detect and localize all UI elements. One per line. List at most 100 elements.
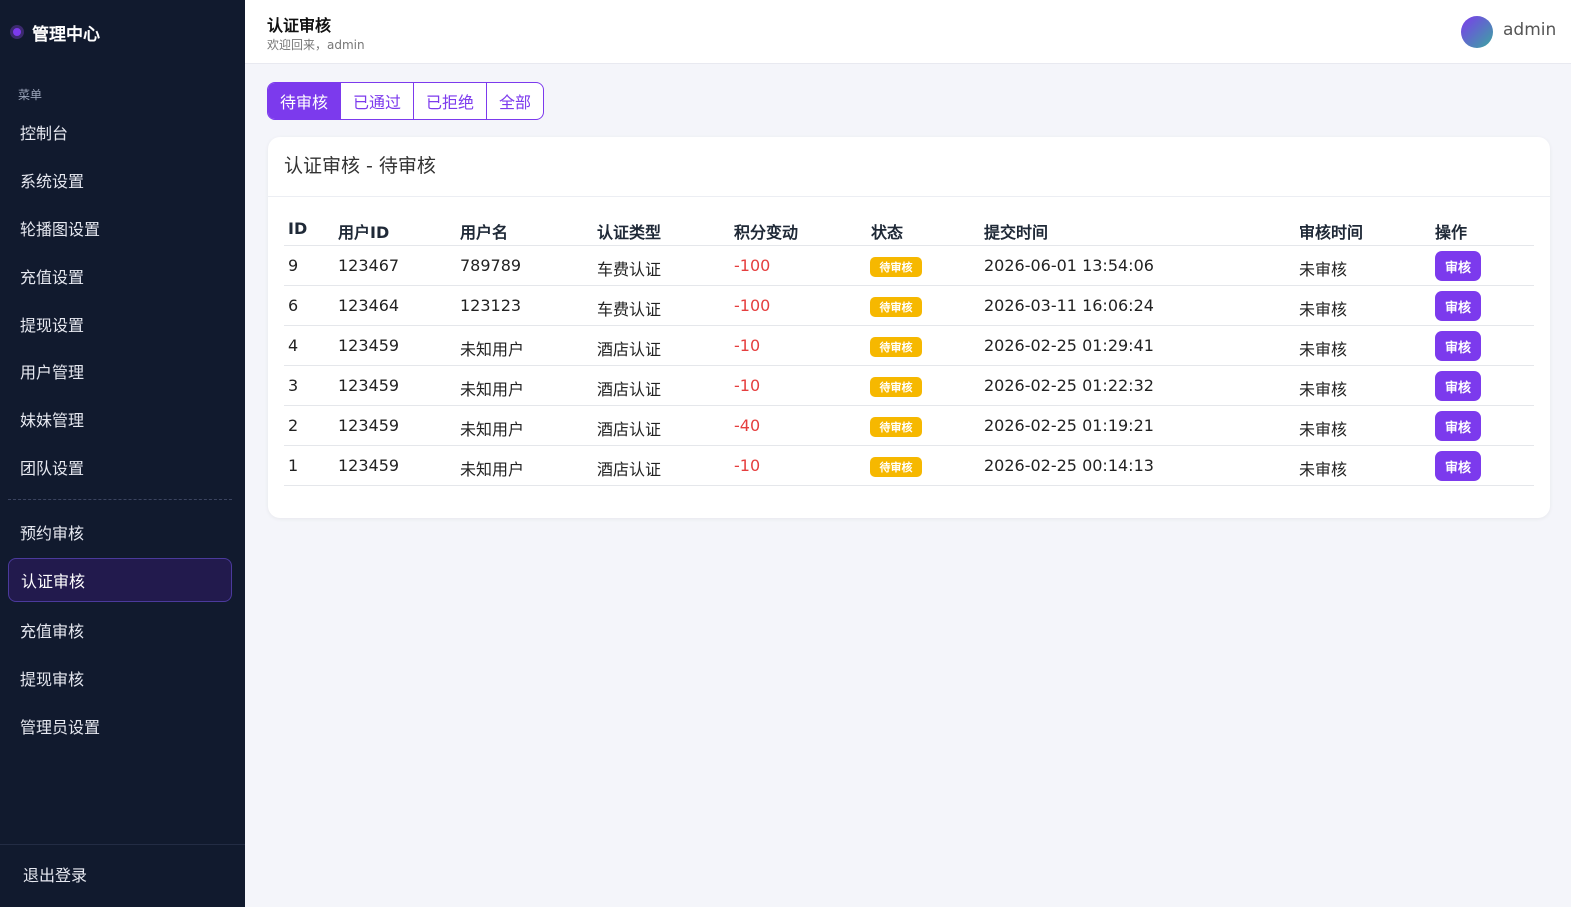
status-badge: 待审核 — [870, 257, 922, 277]
sidebar: 管理中心 菜单 控制台 系统设置 轮播图设置 充值设置 提现设置 用户管理 妹妹… — [0, 0, 245, 907]
cell-id: 6 — [288, 296, 299, 315]
tab-all[interactable]: 全部 — [487, 83, 543, 119]
cell-type: 车费认证 — [597, 300, 662, 319]
status-badge: 待审核 — [870, 457, 922, 477]
avatar[interactable] — [1461, 16, 1493, 48]
status-badge: 待审核 — [870, 417, 922, 437]
review-button[interactable]: 审核 — [1435, 291, 1481, 321]
brand-title: 管理中心 — [32, 24, 100, 45]
cell-type: 酒店认证 — [597, 460, 662, 479]
cell-user-id: 123467 — [338, 256, 400, 275]
sidebar-item-user-management[interactable]: 用户管理 — [8, 349, 232, 393]
cell-id: 1 — [288, 456, 299, 475]
cell-type: 酒店认证 — [597, 420, 662, 439]
top-header: 认证审核 欢迎回来，admin admin — [245, 0, 1571, 64]
tab-rejected[interactable]: 已拒绝 — [414, 83, 487, 119]
cell-submitted-time: 2026-02-25 01:29:41 — [984, 336, 1154, 355]
cell-username: 未知用户 — [460, 460, 525, 479]
cell-type: 车费认证 — [597, 260, 662, 279]
row-divider — [284, 285, 1534, 286]
cell-id: 3 — [288, 376, 299, 395]
column-header-type: 认证类型 — [597, 223, 662, 242]
brand-logo-icon — [10, 25, 24, 39]
column-header-submitted-time: 提交时间 — [984, 223, 1049, 242]
cell-points-change: -40 — [734, 416, 761, 435]
cell-review-time: 未审核 — [1299, 260, 1348, 279]
column-header-points-change: 积分变动 — [734, 223, 799, 242]
column-header-status: 状态 — [871, 223, 904, 242]
review-button[interactable]: 审核 — [1435, 371, 1481, 401]
row-divider — [284, 325, 1534, 326]
tab-pending[interactable]: 待审核 — [268, 83, 341, 119]
row-divider — [284, 365, 1534, 366]
row-divider — [284, 445, 1534, 446]
sidebar-divider — [8, 499, 232, 500]
cell-review-time: 未审核 — [1299, 380, 1348, 399]
cell-submitted-time: 2026-02-25 01:19:21 — [984, 416, 1154, 435]
cell-type: 酒店认证 — [597, 380, 662, 399]
welcome-text: 欢迎回来，admin — [267, 38, 365, 52]
review-button[interactable]: 审核 — [1435, 451, 1481, 481]
menu-caption: 菜单 — [18, 88, 43, 102]
review-button[interactable]: 审核 — [1435, 331, 1481, 361]
cell-review-time: 未审核 — [1299, 300, 1348, 319]
cell-user-id: 123459 — [338, 376, 400, 395]
sidebar-item-system-settings[interactable]: 系统设置 — [8, 158, 232, 202]
cell-submitted-time: 2026-06-01 13:54:06 — [984, 256, 1154, 275]
sidebar-item-carousel-settings[interactable]: 轮播图设置 — [8, 206, 232, 250]
cell-user-id: 123459 — [338, 336, 400, 355]
status-badge: 待审核 — [870, 297, 922, 317]
column-header-id: ID — [288, 219, 308, 238]
column-header-user-id: 用户ID — [338, 223, 390, 242]
cell-user-id: 123459 — [338, 456, 400, 475]
cell-submitted-time: 2026-02-25 00:14:13 — [984, 456, 1154, 475]
cell-username: 未知用户 — [460, 420, 525, 439]
cell-type: 酒店认证 — [597, 340, 662, 359]
sidebar-item-withdraw-review[interactable]: 提现审核 — [8, 656, 232, 700]
sidebar-item-sister-management[interactable]: 妹妹管理 — [8, 397, 232, 441]
review-button[interactable]: 审核 — [1435, 251, 1481, 281]
cell-points-change: -10 — [734, 456, 761, 475]
cell-points-change: -100 — [734, 256, 771, 275]
cell-username: 未知用户 — [460, 380, 525, 399]
sidebar-item-withdraw-settings[interactable]: 提现设置 — [8, 302, 232, 346]
brand: 管理中心 — [10, 20, 100, 45]
sidebar-item-team-settings[interactable]: 团队设置 — [8, 445, 232, 489]
status-tabs: 待审核 已通过 已拒绝 全部 — [267, 82, 544, 120]
card-title-divider — [268, 196, 1550, 197]
review-button[interactable]: 审核 — [1435, 411, 1481, 441]
row-divider — [284, 405, 1534, 406]
cell-id: 9 — [288, 256, 299, 275]
column-header-review-time: 审核时间 — [1299, 223, 1364, 242]
cell-points-change: -10 — [734, 336, 761, 355]
cell-submitted-time: 2026-03-11 16:06:24 — [984, 296, 1154, 315]
sidebar-item-verification-review[interactable]: 认证审核 — [8, 558, 232, 602]
row-divider — [284, 485, 1534, 486]
sidebar-item-recharge-review[interactable]: 充值审核 — [8, 608, 232, 652]
sidebar-item-admin-settings[interactable]: 管理员设置 — [8, 704, 232, 748]
sidebar-item-dashboard[interactable]: 控制台 — [8, 110, 232, 154]
cell-user-id: 123459 — [338, 416, 400, 435]
cell-username: 789789 — [460, 256, 522, 275]
tab-approved[interactable]: 已通过 — [341, 83, 414, 119]
status-badge: 待审核 — [870, 337, 922, 357]
logout-button[interactable]: 退出登录 — [23, 862, 87, 886]
cell-user-id: 123464 — [338, 296, 400, 315]
cell-id: 4 — [288, 336, 299, 355]
sidebar-footer-divider — [0, 844, 245, 845]
column-header-action: 操作 — [1435, 223, 1468, 242]
cell-review-time: 未审核 — [1299, 460, 1348, 479]
cell-points-change: -100 — [734, 296, 771, 315]
cell-submitted-time: 2026-02-25 01:22:32 — [984, 376, 1154, 395]
card-title: 认证审核 - 待审核 — [284, 155, 436, 177]
page-title: 认证审核 — [267, 16, 332, 35]
cell-id: 2 — [288, 416, 299, 435]
cell-username: 未知用户 — [460, 340, 525, 359]
column-header-username: 用户名 — [460, 223, 509, 242]
cell-review-time: 未审核 — [1299, 420, 1348, 439]
username[interactable]: admin — [1503, 20, 1556, 40]
sidebar-item-booking-review[interactable]: 预约审核 — [8, 510, 232, 554]
sidebar-item-recharge-settings[interactable]: 充值设置 — [8, 254, 232, 298]
cell-review-time: 未审核 — [1299, 340, 1348, 359]
status-badge: 待审核 — [870, 377, 922, 397]
